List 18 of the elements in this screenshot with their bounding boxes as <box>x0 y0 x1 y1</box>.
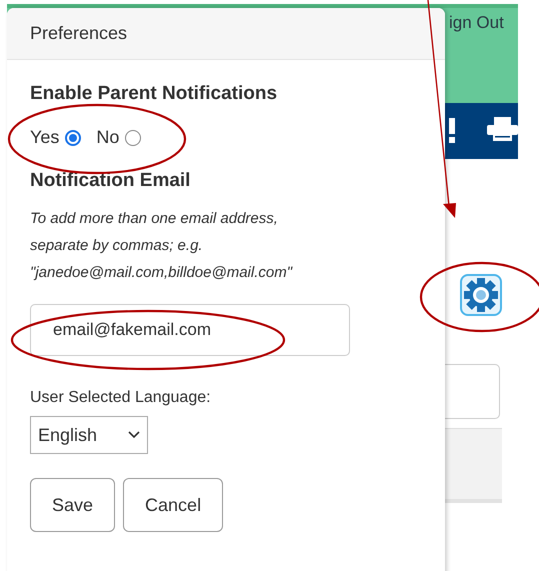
section-heading: Notification Email <box>30 168 192 192</box>
email-hint: To add more than one email address, separate by commas; e.g. "janedoe@mail.com,billdoe@mail.com" <box>30 209 294 283</box>
alert-icon[interactable] <box>447 118 457 144</box>
radio-label: No <box>96 126 120 149</box>
radio-button[interactable] <box>65 130 82 146</box>
sign-out-link[interactable]: ign Out <box>449 10 504 36</box>
radio-button[interactable] <box>125 130 142 146</box>
printer-icon[interactable] <box>487 117 518 141</box>
email-field[interactable]: email@fakemail.com <box>30 304 350 356</box>
action-button[interactable]: Cancel <box>123 478 224 532</box>
settings-icon[interactable] <box>460 274 502 316</box>
popover-title: Preferences <box>30 22 128 45</box>
chevron-down-icon <box>128 431 140 439</box>
section-heading: Enable Parent Notifications <box>30 82 278 106</box>
action-button[interactable]: Save <box>30 478 116 532</box>
language-select[interactable]: English <box>30 416 148 454</box>
language-label: User Selected Language: <box>30 388 212 408</box>
radio-label: Yes <box>30 126 60 149</box>
